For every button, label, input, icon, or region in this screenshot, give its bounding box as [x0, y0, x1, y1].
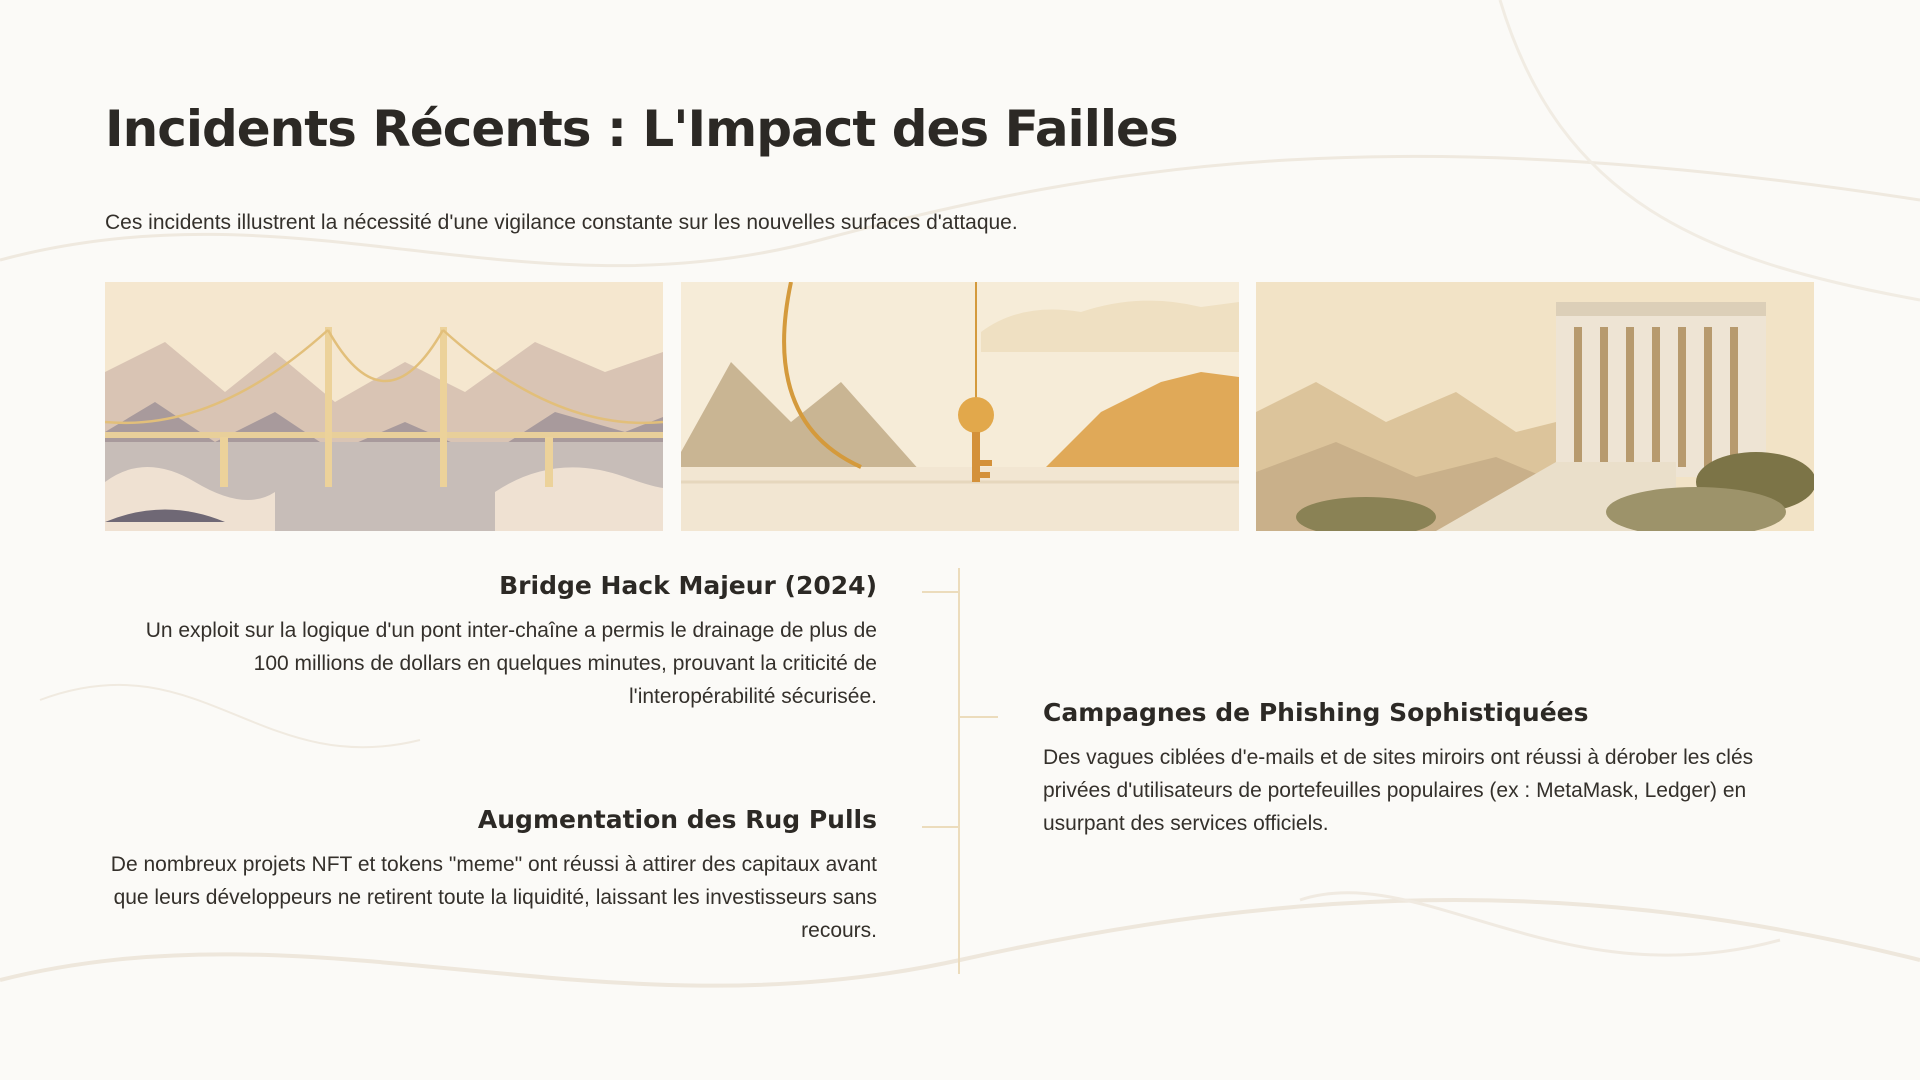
- page-subtitle: Ces incidents illustrent la nécessité d'…: [105, 211, 1018, 234]
- timeline-tick: [922, 826, 958, 828]
- timeline-event-bridge-hack: Bridge Hack Majeur (2024) Un exploit sur…: [105, 571, 877, 713]
- timeline-tick: [960, 716, 998, 718]
- event-description: De nombreux projets NFT et tokens "meme"…: [110, 853, 877, 942]
- timeline-event-rug-pulls: Augmentation des Rug Pulls De nombreux p…: [105, 805, 877, 947]
- building-illustration: [1256, 282, 1814, 531]
- bridge-illustration: [105, 282, 663, 531]
- event-title: Campagnes de Phishing Sophistiquées: [1043, 698, 1589, 727]
- timeline-line: [958, 568, 960, 974]
- slide: Incidents Récents : L'Impact des Failles…: [0, 0, 1920, 1080]
- event-title: Bridge Hack Majeur (2024): [499, 571, 877, 600]
- hook-key-illustration: [681, 282, 1239, 531]
- timeline-event-phishing: Campagnes de Phishing Sophistiquées Des …: [1043, 698, 1823, 840]
- event-description: Un exploit sur la logique d'un pont inte…: [145, 619, 877, 708]
- page-title: Incidents Récents : L'Impact des Failles: [105, 100, 1179, 158]
- event-title: Augmentation des Rug Pulls: [477, 805, 877, 834]
- timeline-tick: [922, 591, 958, 593]
- event-description: Des vagues ciblées d'e-mails et de sites…: [1043, 746, 1754, 835]
